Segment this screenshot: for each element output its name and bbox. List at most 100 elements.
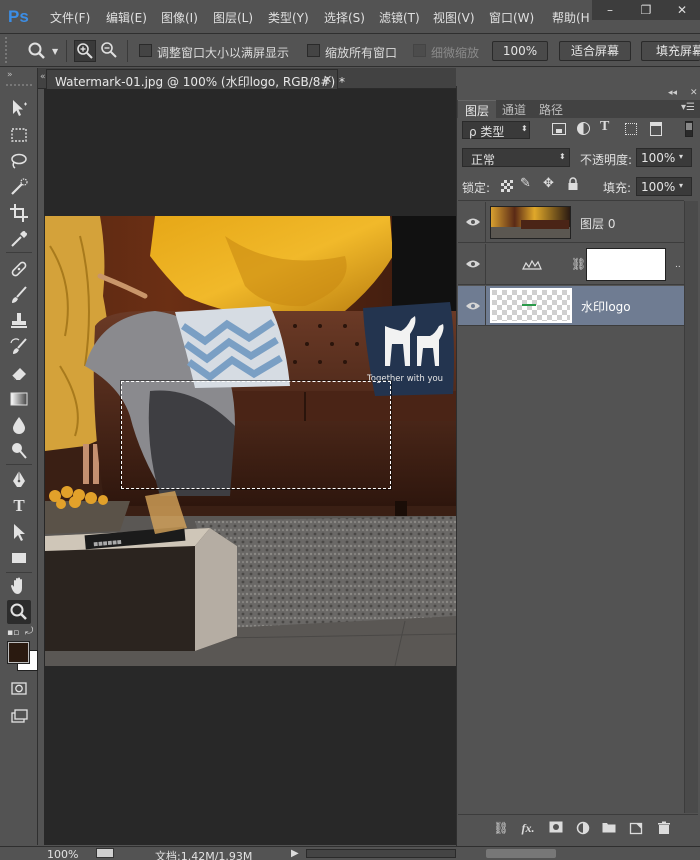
layer-row-watermark-logo[interactable]: 水印logo xyxy=(458,286,684,326)
pixel-filter-icon[interactable] xyxy=(552,123,566,135)
zoom-tool-icon[interactable] xyxy=(7,600,31,624)
menu-item[interactable]: 类型(Y) xyxy=(268,9,309,26)
document-image[interactable]: Together with you ■■■■■■ xyxy=(45,216,456,666)
chevron-down-icon[interactable]: ▾ xyxy=(679,152,683,161)
clone-stamp-tool-icon[interactable] xyxy=(7,309,31,333)
lock-all-icon[interactable] xyxy=(567,177,579,191)
menu-item[interactable]: 图层(L) xyxy=(213,9,253,26)
default-colors-icon[interactable]: ▪▫ xyxy=(7,628,19,638)
quick-selection-tool-icon[interactable] xyxy=(7,175,31,199)
selection-marquee[interactable] xyxy=(121,381,391,489)
menu-item[interactable]: 滤镜(T) xyxy=(379,9,420,26)
dodge-tool-icon[interactable] xyxy=(7,439,31,463)
menu-item[interactable]: 编辑(E) xyxy=(106,9,147,26)
restore-button[interactable]: ❐ xyxy=(628,0,664,20)
horizontal-scrollbar[interactable] xyxy=(306,849,456,858)
path-selection-tool-icon[interactable] xyxy=(7,520,31,544)
type-tool-icon[interactable]: T xyxy=(7,494,31,518)
chevron-down-icon[interactable]: ▾ xyxy=(679,181,683,190)
tab-paths[interactable]: 路径 xyxy=(539,101,563,118)
panel-scrollbar-thumb[interactable] xyxy=(486,849,556,858)
collapse-icon[interactable]: « xyxy=(40,72,46,82)
layer-filter-select[interactable]: ρ 类型 ⬍ xyxy=(462,121,530,139)
link-layers-icon[interactable]: ⛓ xyxy=(493,821,509,835)
zoom-all-windows-checkbox[interactable] xyxy=(307,44,320,57)
fill-screen-button[interactable]: 填充屏幕 xyxy=(641,41,700,61)
adjustment-filter-icon[interactable] xyxy=(577,122,590,135)
menu-item[interactable]: 图像(I) xyxy=(161,9,198,26)
collapse-panels-icon[interactable]: ◂◂ xyxy=(668,88,677,98)
crop-tool-icon[interactable] xyxy=(7,201,31,225)
minimize-button[interactable]: – xyxy=(592,0,628,20)
swap-colors-icon[interactable]: ⤾ xyxy=(25,626,33,637)
fit-screen-button[interactable]: 适合屏幕 xyxy=(559,41,631,61)
brush-tool-icon[interactable] xyxy=(7,283,31,307)
close-button[interactable]: ✕ xyxy=(664,0,700,20)
blend-mode-select[interactable]: 正常 ⬍ xyxy=(462,148,570,167)
menu-item[interactable]: 文件(F) xyxy=(50,9,90,26)
new-adjustment-layer-icon[interactable] xyxy=(575,821,591,835)
lock-position-icon[interactable]: ✥ xyxy=(543,176,554,191)
fill-label: 填充: xyxy=(603,181,632,195)
zoom-out-icon[interactable] xyxy=(99,40,121,62)
lock-pixels-icon[interactable]: ✎ xyxy=(520,176,531,191)
status-menu-arrow-icon[interactable]: ▶ xyxy=(291,848,299,859)
history-brush-tool-icon[interactable] xyxy=(7,335,31,359)
zoom-tool-preset-icon[interactable] xyxy=(26,40,48,62)
delete-layer-icon[interactable] xyxy=(656,821,672,835)
shape-filter-icon[interactable] xyxy=(625,123,637,135)
pen-tool-icon[interactable] xyxy=(7,468,31,492)
menu-item[interactable]: 窗口(W) xyxy=(489,9,534,26)
panel-menu-icon[interactable]: ▾☰ xyxy=(681,102,695,113)
zoom-in-icon[interactable] xyxy=(74,40,96,62)
blur-tool-icon[interactable] xyxy=(7,413,31,437)
new-group-icon[interactable] xyxy=(601,821,617,835)
zoom-level[interactable]: 100% xyxy=(47,848,78,860)
eraser-tool-icon[interactable] xyxy=(7,361,31,385)
layer-row-adjustment[interactable]: ⛓ .. xyxy=(458,244,684,285)
chevron-updown-icon: ⬍ xyxy=(559,152,566,161)
menu-item[interactable]: 选择(S) xyxy=(324,9,365,26)
tab-layers[interactable]: 图层 xyxy=(458,100,496,118)
new-layer-icon[interactable] xyxy=(628,821,644,835)
filter-toggle[interactable] xyxy=(685,121,693,137)
close-tab-icon[interactable]: ✕ xyxy=(323,73,332,86)
visibility-eye-icon[interactable] xyxy=(465,259,481,269)
layers-scrollbar[interactable] xyxy=(684,201,698,813)
collapse-toolbar-icon[interactable]: » xyxy=(7,70,13,80)
marquee-tool-icon[interactable] xyxy=(7,123,31,147)
close-panel-icon[interactable]: ✕ xyxy=(690,88,698,98)
lock-transparency-icon[interactable] xyxy=(501,180,513,192)
layer-style-fx-icon[interactable]: fx. xyxy=(520,821,536,835)
mask-link-icon[interactable]: ⛓ xyxy=(571,257,586,271)
layer-thumbnail xyxy=(490,288,572,323)
move-tool-icon[interactable] xyxy=(7,96,31,120)
smart-object-filter-icon[interactable] xyxy=(650,122,662,136)
rectangle-tool-icon[interactable] xyxy=(7,546,31,570)
menu-item[interactable]: 帮助(H xyxy=(552,9,590,26)
hand-tool-icon[interactable] xyxy=(7,574,31,598)
zoom-100-button[interactable]: 100% xyxy=(492,41,548,61)
status-preview-icon[interactable] xyxy=(96,848,114,858)
resize-windows-checkbox[interactable] xyxy=(139,44,152,57)
fill-input[interactable]: 100% ▾ xyxy=(636,177,692,196)
foreground-color-swatch[interactable] xyxy=(7,641,30,664)
opacity-input[interactable]: 100% ▾ xyxy=(636,148,692,167)
layer-mask-thumbnail[interactable] xyxy=(586,248,666,281)
screen-mode-icon[interactable] xyxy=(7,704,31,728)
visibility-eye-icon[interactable] xyxy=(465,301,481,311)
menu-item[interactable]: 视图(V) xyxy=(433,9,475,26)
layer-row-layer0[interactable]: 图层 0 xyxy=(458,202,684,243)
preset-dropdown-icon[interactable]: ▼ xyxy=(52,47,58,56)
add-mask-icon[interactable] xyxy=(548,821,564,835)
healing-brush-tool-icon[interactable] xyxy=(7,257,31,281)
document-tab[interactable]: Watermark-01.jpg @ 100% (水印logo, RGB/8#)… xyxy=(46,69,345,89)
lasso-tool-icon[interactable] xyxy=(7,149,31,173)
scrubby-zoom-checkbox[interactable] xyxy=(413,44,426,57)
tab-channels[interactable]: 通道 xyxy=(502,101,526,118)
visibility-eye-icon[interactable] xyxy=(465,217,481,227)
quick-mask-icon[interactable] xyxy=(7,676,31,700)
gradient-tool-icon[interactable] xyxy=(7,387,31,411)
type-filter-icon[interactable]: T xyxy=(600,119,609,135)
eyedropper-tool-icon[interactable] xyxy=(7,227,31,251)
